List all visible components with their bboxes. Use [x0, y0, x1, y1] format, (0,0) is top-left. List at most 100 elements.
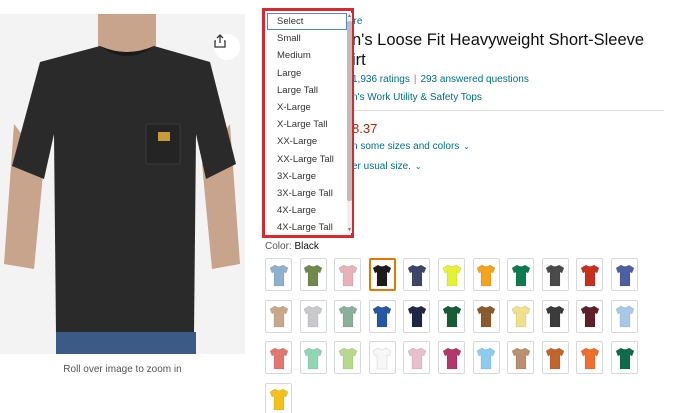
- size-option[interactable]: Large: [267, 65, 347, 82]
- size-option[interactable]: XX-Large Tall: [267, 151, 347, 168]
- product-title: n's Loose Fit Heavyweight Short-Sleeve i…: [352, 30, 672, 70]
- size-option[interactable]: 3X-Large: [267, 168, 347, 185]
- chevron-down-icon: ⌄: [414, 162, 422, 171]
- color-swatch-moss[interactable]: [299, 258, 327, 291]
- ratings-line: 1,936 ratings | 293 answered questions: [352, 74, 529, 85]
- category-link[interactable]: n's Work Utility & Safety Tops: [352, 92, 482, 103]
- color-swatch-blue[interactable]: [611, 258, 638, 291]
- scroll-thumb[interactable]: [347, 21, 352, 201]
- answered-questions-link[interactable]: 293 answered questions: [420, 74, 528, 85]
- product-image[interactable]: [0, 14, 245, 354]
- size-option[interactable]: XX-Large: [267, 133, 347, 150]
- tshirt-icon: [615, 264, 634, 286]
- selected-color: Black: [294, 241, 319, 252]
- share-icon: [214, 34, 226, 48]
- color-swatch-black[interactable]: [368, 258, 396, 291]
- tshirt-icon: [442, 264, 461, 286]
- chevron-down-icon: ⌄: [463, 142, 470, 151]
- size-option-list: Select Small Medium Large Large Tall X-Large X…: [267, 13, 347, 233]
- color-swatch-maroon[interactable]: [576, 299, 604, 333]
- size-option[interactable]: 4X-Large: [267, 202, 347, 219]
- color-swatch-white[interactable]: [368, 341, 396, 374]
- color-swatch-mint[interactable]: [299, 341, 327, 374]
- fit-note[interactable]: er usual size. ⌄: [352, 161, 422, 172]
- tshirt-icon: [269, 264, 288, 286]
- color-swatch-coral[interactable]: [265, 341, 292, 374]
- tshirt-icon: [372, 347, 392, 369]
- color-swatch-light-green[interactable]: [334, 341, 362, 374]
- color-swatch-light-blue[interactable]: [265, 258, 292, 291]
- color-swatch-rust[interactable]: [541, 341, 569, 374]
- tshirt-icon: [407, 305, 427, 328]
- color-swatch-orange[interactable]: [472, 258, 500, 291]
- color-swatch-green[interactable]: [507, 258, 535, 291]
- color-swatch-gold[interactable]: [265, 382, 292, 413]
- size-dropdown[interactable]: Select Small Medium Large Large Tall X-Large X…: [262, 8, 354, 238]
- product-title-line2: irt: [352, 51, 366, 69]
- tshirt-icon: [407, 347, 427, 369]
- tshirt-icon: [269, 305, 288, 328]
- color-swatch-hi-vis-yellow[interactable]: [438, 258, 465, 291]
- size-option[interactable]: Large Tall: [267, 82, 347, 99]
- color-swatch-tan[interactable]: [265, 299, 292, 333]
- tshirt-icon: [545, 347, 565, 369]
- color-swatch-royal[interactable]: [368, 299, 396, 333]
- color-swatch-red[interactable]: [576, 258, 604, 291]
- share-button[interactable]: [214, 34, 240, 60]
- tshirt-icon: [303, 264, 323, 286]
- tshirt-icon: [269, 388, 288, 411]
- tshirt-icon: [476, 264, 496, 286]
- tshirt-icon: [580, 305, 600, 328]
- color-swatch-sage[interactable]: [334, 299, 362, 333]
- color-swatch-berry[interactable]: [438, 341, 465, 374]
- divider: [346, 110, 664, 111]
- tshirt-icon: [511, 347, 531, 369]
- color-swatch-navy[interactable]: [403, 299, 431, 333]
- color-swatch-teal-green[interactable]: [611, 341, 638, 374]
- tshirt-icon: [372, 305, 392, 328]
- tshirt-icon: [615, 305, 634, 328]
- color-swatch-heather-gray[interactable]: [299, 299, 327, 333]
- tshirt-icon: [511, 264, 531, 286]
- color-swatch-navy-heather[interactable]: [403, 258, 431, 291]
- color-swatch-pink[interactable]: [334, 258, 362, 291]
- ratings-link[interactable]: 1,936 ratings: [352, 74, 410, 85]
- tshirt-icon: [580, 264, 600, 286]
- color-swatch-light-pink[interactable]: [403, 341, 431, 374]
- size-option[interactable]: Medium: [267, 47, 347, 64]
- scroll-down-icon[interactable]: ▼: [347, 227, 352, 233]
- color-swatch-forest[interactable]: [438, 299, 465, 333]
- tshirt-icon: [338, 305, 358, 328]
- tshirt-icon: [269, 347, 288, 369]
- dropdown-scrollbar[interactable]: ▲ ▼: [347, 13, 352, 233]
- color-label-prefix: Color:: [265, 241, 292, 252]
- color-swatch-khaki[interactable]: [507, 341, 535, 374]
- size-option[interactable]: X-Large: [267, 99, 347, 116]
- color-swatch-dark-charcoal[interactable]: [541, 299, 569, 333]
- tshirt-icon: [407, 264, 427, 286]
- tshirt-icon: [545, 305, 565, 328]
- zoom-caption: Roll over image to zoom in: [63, 364, 182, 375]
- color-swatch-pale-yellow[interactable]: [507, 299, 535, 333]
- separator: |: [413, 74, 417, 85]
- tshirt-icon: [338, 347, 358, 369]
- color-swatch-brown[interactable]: [472, 299, 500, 333]
- product-title-line1: n's Loose Fit Heavyweight Short-Sleeve: [352, 31, 645, 49]
- price-note-label: n some sizes and colors: [352, 141, 460, 152]
- size-option[interactable]: Select: [267, 13, 347, 31]
- tshirt-icon: [303, 305, 323, 328]
- color-swatch-sky-blue[interactable]: [611, 299, 638, 333]
- tshirt-icon: [511, 305, 531, 328]
- color-swatch-baby-blue[interactable]: [472, 341, 500, 374]
- tshirt-icon: [442, 305, 461, 328]
- shirt-photo: [0, 14, 245, 354]
- color-swatch-bright-orange[interactable]: [576, 341, 604, 374]
- size-option[interactable]: X-Large Tall: [267, 116, 347, 133]
- price-note[interactable]: n some sizes and colors ⌄: [352, 141, 470, 152]
- size-option[interactable]: 4X-Large Tall: [267, 219, 347, 233]
- scroll-up-icon[interactable]: ▲: [347, 13, 352, 19]
- price: 8.37: [352, 121, 378, 136]
- color-swatch-charcoal[interactable]: [541, 258, 569, 291]
- size-option[interactable]: Small: [267, 30, 347, 47]
- size-option[interactable]: 3X-Large Tall: [267, 185, 347, 202]
